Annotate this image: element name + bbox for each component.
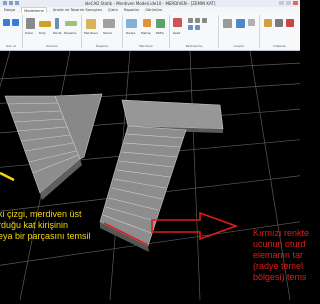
ribbon-group-duzenle: Düzenle (260, 15, 299, 48)
group-label: Düzenle (273, 44, 286, 48)
annotation-line: bölgesi) tems (253, 272, 307, 282)
annotation-line: eya bir parçasını temsil (0, 231, 91, 241)
grid-icon[interactable] (202, 18, 207, 23)
raft-label: Radye (126, 31, 136, 35)
redo-icon[interactable] (12, 19, 19, 26)
measure-icon[interactable] (143, 19, 151, 27)
foundation-label: Temel (103, 31, 112, 35)
window-title: ideCAD Statik - Merdiven Modeli.ide10 - … (84, 1, 216, 6)
group-label: Geri Al (5, 44, 17, 48)
sheet-label: Pafta (156, 31, 164, 35)
group-label: Araçlar (233, 44, 245, 48)
stair-label: Merdiven (84, 31, 98, 35)
close-button[interactable] (293, 1, 298, 5)
view-icon[interactable] (236, 19, 245, 28)
minimize-button[interactable] (279, 1, 284, 5)
wall-icon[interactable] (55, 18, 59, 29)
move-icon[interactable] (275, 19, 283, 27)
ribbon-group-undo: Geri Al (0, 15, 23, 48)
group-label: Betonarme (185, 44, 203, 48)
slab-icon[interactable] (65, 21, 77, 26)
sheet-icon[interactable] (156, 19, 165, 28)
ribbon: Geri Al Kolon Kiriş Perde Döşeme Eleman … (0, 13, 300, 51)
section-icon[interactable] (173, 18, 182, 27)
axis-icon[interactable] (195, 25, 200, 30)
yellow-annotation: ki çizgi, merdiven üst rduğu kat kirişin… (0, 209, 91, 242)
column-icon[interactable] (26, 18, 35, 29)
ribbon-group-araclar: Araçlar (219, 15, 260, 48)
stair-icon[interactable] (86, 19, 96, 29)
measure-label: Metraj (141, 31, 151, 35)
ribbon-group-doseme: Merdiven Temel Döşeme (82, 15, 123, 48)
ribbon-group-eleman: Kolon Kiriş Perde Döşeme Eleman (23, 15, 82, 48)
annotation-line: Kırmızı renkte (253, 228, 310, 238)
red-annotation: Kırmızı renkte ucunun oturd elemanın tar… (253, 228, 309, 283)
raft-icon[interactable] (126, 19, 137, 28)
settings-icon[interactable] (223, 19, 232, 28)
undo-icon[interactable] (3, 19, 10, 26)
column-label: Kolon (25, 31, 34, 35)
group-label: Döşeme (95, 44, 109, 48)
maximize-button[interactable] (286, 1, 291, 5)
annotation-line: (radye temel (253, 261, 304, 271)
annotation-line: ki çizgi, merdiven üst (0, 209, 82, 219)
beam-icon[interactable] (39, 21, 51, 27)
copy-icon[interactable] (264, 19, 272, 27)
annotation-line: elemanın tar (253, 250, 304, 260)
grid-icon[interactable] (195, 18, 200, 23)
annotation-line: rduğu kat kirişinin (0, 220, 69, 230)
window-controls (279, 1, 298, 5)
ribbon-group-betonarme: Kesit Betonarme (170, 15, 219, 48)
annotation-line: ucunun oturd (253, 239, 306, 249)
group-label: Merdiven (139, 44, 153, 48)
beam-label: Kiriş (39, 31, 46, 35)
layer-icon[interactable] (248, 19, 255, 26)
foundation-icon[interactable] (103, 19, 115, 28)
delete-icon[interactable] (286, 19, 294, 27)
upper-platform (121, 99, 224, 130)
section-label: Kesit (173, 31, 181, 35)
ribbon-group-merdiven: Radye Metraj Pafta Merdiven (123, 15, 170, 48)
group-label: Eleman (46, 44, 58, 48)
axis-icon[interactable] (188, 25, 193, 30)
wall-label: Perde (53, 31, 62, 35)
grid-icon[interactable] (188, 18, 193, 23)
slab-label: Döşeme (64, 31, 77, 35)
